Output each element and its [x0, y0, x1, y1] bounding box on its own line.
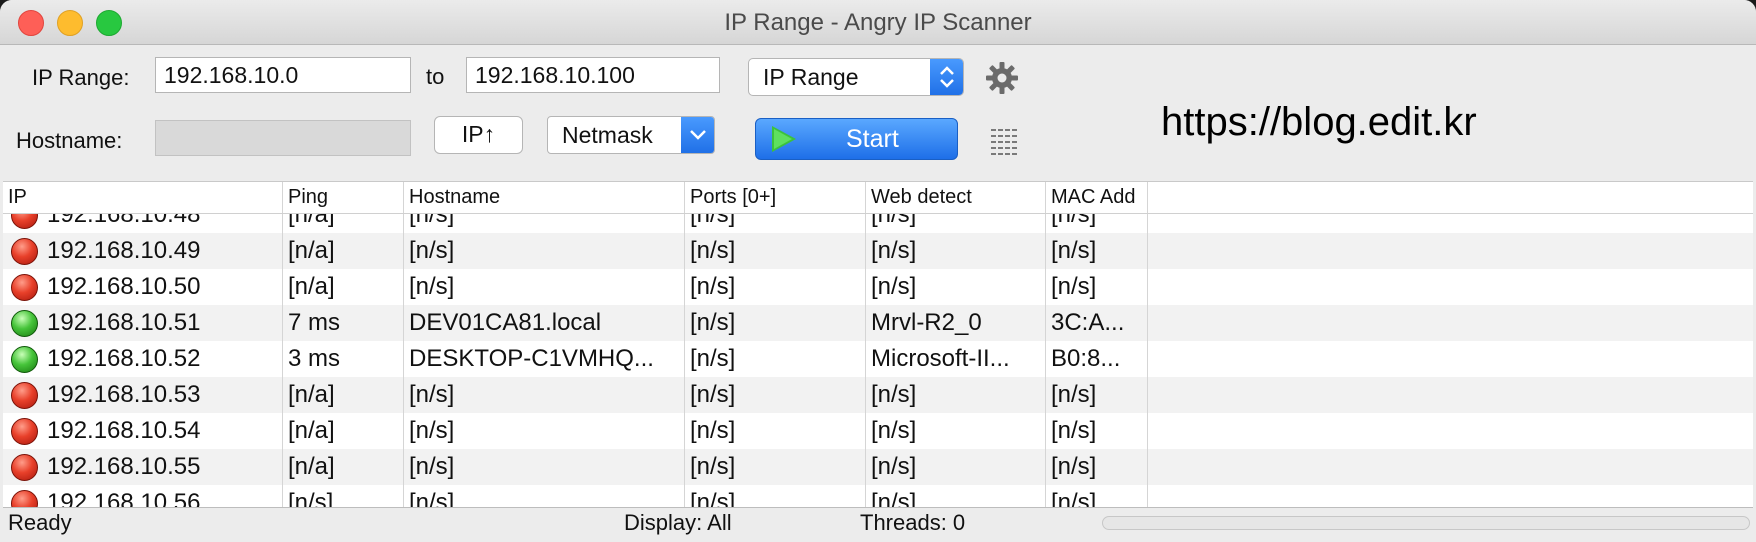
cell-web-detect: Mrvl-R2_0 [866, 305, 1046, 341]
table-row[interactable]: 192.168.10.52 3 ms DESKTOP-C1VMHQ... [n/s] M… [3, 341, 1753, 377]
cell-hostname: DESKTOP-C1VMHQ... [404, 341, 685, 377]
cell-hostname: [n/s] [404, 413, 685, 449]
cell-ping: [n/a] [283, 377, 404, 413]
column-header-ports[interactable]: Ports [0+] [685, 182, 866, 213]
cell-ports: [n/s] [685, 341, 866, 377]
cell-ports: [n/s] [685, 233, 866, 269]
cell-hostname: [n/s] [404, 485, 685, 507]
table-row[interactable]: 192.168.10.49 [n/a] [n/s] [n/s] [n/s] [n/s] [3, 233, 1753, 269]
cell-ping: [n/a] [283, 233, 404, 269]
cell-web-detect: [n/s] [866, 377, 1046, 413]
cell-mac: 3C:A... [1046, 305, 1148, 341]
watermark-url: https://blog.edit.kr [1161, 100, 1477, 144]
cell-ping: [n/s] [283, 485, 404, 507]
cell-ports: [n/s] [685, 449, 866, 485]
cell-ip: 192.168.10.52 [3, 341, 283, 377]
cell-web-detect: [n/s] [866, 233, 1046, 269]
updown-chevron-icon [930, 59, 963, 95]
cell-mac: [n/s] [1046, 233, 1148, 269]
cell-hostname: [n/s] [404, 269, 685, 305]
cell-hostname: [n/s] [404, 449, 685, 485]
cell-mac: [n/s] [1046, 413, 1148, 449]
cell-web-detect: [n/s] [866, 269, 1046, 305]
column-header-web-detect[interactable]: Web detect [866, 182, 1046, 213]
table-body: 192.168.10.48 [n/a] [n/s] [n/s] [n/s] [n/s] 19… [3, 197, 1753, 507]
cell-web-detect: [n/s] [866, 449, 1046, 485]
feeder-select[interactable]: IP Range [748, 58, 964, 96]
ip-range-label: IP Range: [32, 65, 130, 90]
cell-ports: [n/s] [685, 413, 866, 449]
chevron-down-icon [681, 117, 714, 153]
cell-mac: [n/s] [1046, 269, 1148, 305]
cell-ports: [n/s] [685, 305, 866, 341]
cell-web-detect: [n/s] [866, 485, 1046, 507]
table-row[interactable]: 192.168.10.56 [n/s] [n/s] [n/s] [n/s] [n/s] [3, 485, 1753, 507]
cell-ports: [n/s] [685, 485, 866, 507]
feeder-select-value: IP Range [763, 64, 859, 90]
column-header-hostname[interactable]: Hostname [404, 182, 685, 213]
scan-progress-bar [1102, 516, 1750, 530]
cell-hostname: [n/s] [404, 377, 685, 413]
cell-ip: 192.168.10.54 [3, 413, 283, 449]
table-row[interactable]: 192.168.10.50 [n/a] [n/s] [n/s] [n/s] [n/s] [3, 269, 1753, 305]
columns-menu-icon[interactable] [990, 127, 1018, 155]
cell-ping: 7 ms [283, 305, 404, 341]
table-row[interactable]: 192.168.10.53 [n/a] [n/s] [n/s] [n/s] [n/s] [3, 377, 1753, 413]
start-button[interactable]: Start [755, 118, 958, 160]
cell-web-detect: [n/s] [866, 413, 1046, 449]
hostname-input[interactable] [155, 120, 411, 156]
cell-ip: 192.168.10.51 [3, 305, 283, 341]
cell-mac: [n/s] [1046, 449, 1148, 485]
netmask-select[interactable]: Netmask [547, 116, 715, 154]
ip-up-button[interactable]: IP↑ [434, 116, 523, 154]
cell-hostname: DEV01CA81.local [404, 305, 685, 341]
cell-ports: [n/s] [685, 377, 866, 413]
cell-ports: [n/s] [685, 269, 866, 305]
cell-hostname: [n/s] [404, 233, 685, 269]
cell-ip: 192.168.10.53 [3, 377, 283, 413]
column-header-ping[interactable]: Ping [283, 182, 404, 213]
status-text: Ready [8, 510, 72, 535]
start-button-label: Start [846, 125, 899, 153]
ip-range-end-input[interactable] [466, 57, 720, 93]
column-header-mac[interactable]: MAC Add [1046, 182, 1148, 213]
threads-count-text: Threads: 0 [860, 510, 966, 535]
netmask-select-value: Netmask [562, 122, 653, 148]
table-row[interactable]: 192.168.10.54 [n/a] [n/s] [n/s] [n/s] [n/s] [3, 413, 1753, 449]
cell-ip: 192.168.10.56 [3, 485, 283, 507]
column-header-ip[interactable]: IP [3, 182, 283, 213]
cell-ping: 3 ms [283, 341, 404, 377]
results-table[interactable]: IP Ping Hostname Ports [0+] Web detect M… [3, 181, 1753, 508]
to-label: to [426, 64, 445, 89]
table-row[interactable]: 192.168.10.55 [n/a] [n/s] [n/s] [n/s] [n/s] [3, 449, 1753, 485]
cell-ip: 192.168.10.55 [3, 449, 283, 485]
app-window: IP Range - Angry IP Scanner IP Range: to… [0, 0, 1756, 542]
table-row[interactable]: 192.168.10.51 7 ms DEV01CA81.local [n/s] Mrv… [3, 305, 1753, 341]
cell-ping: [n/a] [283, 413, 404, 449]
gear-icon[interactable] [985, 61, 1019, 95]
cell-mac: B0:8... [1046, 341, 1148, 377]
cell-ip: 192.168.10.49 [3, 233, 283, 269]
cell-ip: 192.168.10.50 [3, 269, 283, 305]
cell-web-detect: Microsoft-II... [866, 341, 1046, 377]
hostname-label: Hostname: [16, 128, 123, 153]
cell-mac: [n/s] [1046, 377, 1148, 413]
cell-ping: [n/a] [283, 269, 404, 305]
cell-ping: [n/a] [283, 449, 404, 485]
play-icon [772, 126, 796, 152]
title-bar[interactable]: IP Range - Angry IP Scanner [0, 0, 1756, 45]
table-header: IP Ping Hostname Ports [0+] Web detect M… [3, 182, 1753, 214]
display-filter-text[interactable]: Display: All [624, 510, 732, 536]
cell-mac: [n/s] [1046, 485, 1148, 507]
ip-range-start-input[interactable] [155, 57, 411, 93]
window-title: IP Range - Angry IP Scanner [724, 9, 1032, 36]
